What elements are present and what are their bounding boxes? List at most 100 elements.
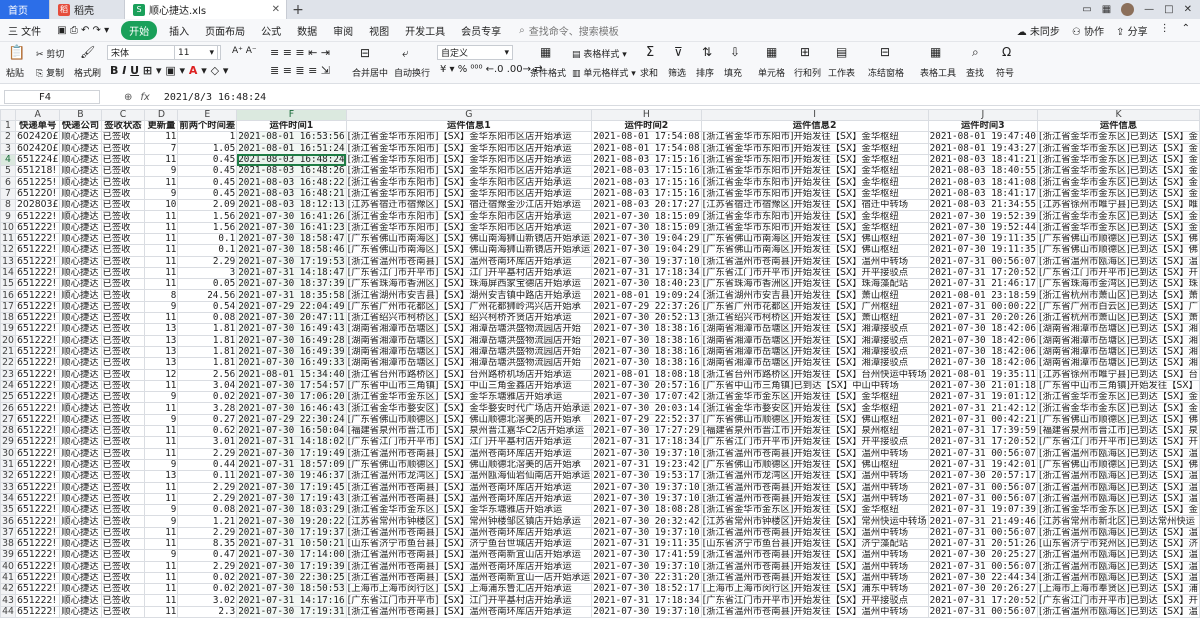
table-cell[interactable]: [浙江省金华市东阳市]开始发往【SX】金华枢纽 — [700, 176, 929, 189]
table-cell[interactable]: [浙江省温州市苍南县]【SX】温州苍南环库店开始承运 — [345, 447, 593, 460]
table-cell[interactable]: 2021-08-03 18:12:13 — [236, 199, 347, 212]
table-cell[interactable]: [湖南省湘潭市岳塘区]已到达【SX】湘 — [1037, 323, 1200, 336]
table-cell[interactable]: [广东省佛山市南海区]开始发往【SX】佛山枢纽 — [700, 232, 929, 246]
table-cell[interactable]: 0.45 — [177, 187, 238, 201]
table-cell[interactable]: 2021-07-31 20:20:26 — [927, 312, 1039, 325]
table-cell[interactable]: [浙江省金华市金东区]已到达【SX】金 — [1037, 142, 1200, 155]
table-cell[interactable]: 2021-08-03 16:48:22 — [236, 176, 347, 189]
table-cell[interactable]: 11 — [144, 526, 179, 539]
table-cell[interactable]: 2021-07-31 00:56:07 — [927, 526, 1039, 539]
table-cell[interactable]: 9 — [144, 413, 179, 427]
table-cell[interactable]: [浙江省金华市婺安区]【SX】金华婺安时代广场店开始承运 — [345, 402, 593, 415]
table-cell[interactable]: [浙江省温州市苍南县]【SX】温州苍南环库店开始承运 — [345, 605, 593, 619]
table-cell[interactable]: [湖南省湘潭市岳塘区]已到达【SX】湘 — [1037, 357, 1200, 370]
table-cell[interactable]: 已签收 — [100, 492, 146, 506]
table-cell[interactable]: [浙江省金华市金东区]已到达【SX】金 — [1037, 165, 1200, 178]
table-cell[interactable]: 2021-07-31 00:00:22 — [927, 300, 1039, 314]
table-cell[interactable]: 2021-07-31 19:23:42 — [591, 458, 702, 472]
table-cell[interactable]: 0.1 — [177, 232, 238, 246]
table-cell[interactable]: 2021-07-30 17:19:43 — [236, 492, 347, 506]
table-cell[interactable]: 1.81 — [177, 345, 238, 359]
table-cell[interactable]: 8 — [144, 289, 179, 302]
table-cell[interactable]: 651222! — [14, 368, 61, 381]
table-cell[interactable]: 顺心捷达 — [59, 221, 102, 234]
table-cell[interactable]: 11 — [144, 221, 179, 234]
row-header[interactable]: 33 — [0, 481, 16, 494]
table-cell[interactable]: 已签收 — [100, 481, 146, 494]
format-painter-button[interactable]: 格式刷 — [74, 66, 101, 79]
table-cell[interactable]: 11 — [144, 583, 179, 596]
table-cell[interactable]: 顺心捷达 — [59, 549, 102, 562]
table-cell[interactable]: 2021-07-30 20:26:27 — [927, 583, 1039, 596]
table-cell[interactable]: 2021-08-03 16:48:21 — [236, 187, 347, 201]
table-cell[interactable]: [广东省中山市三角镇]开始发往【SX】 — [1037, 379, 1200, 393]
table-cell[interactable]: 651222! — [14, 255, 61, 268]
sort-icon[interactable]: ⇅ — [702, 45, 712, 59]
table-cell[interactable]: 顺心捷达 — [59, 594, 102, 607]
table-cell[interactable]: 2021-07-31 21:42:12 — [927, 402, 1039, 415]
table-cell[interactable]: 0.45 — [177, 153, 238, 167]
table-cell[interactable]: [江苏省常州市钟楼区]【SX】常州钟楼邹区镇店开始承运 — [345, 515, 593, 528]
table-cell[interactable]: 已签收 — [100, 537, 146, 551]
table-cell[interactable]: 2021-07-30 22:30:25 — [236, 571, 347, 585]
table-cell[interactable]: [广东省广州市白云区]已到达【SX】广 — [1037, 300, 1200, 314]
table-cell[interactable]: [浙江省金华市东阳市]开始发往【SX】金华枢纽 — [700, 142, 929, 155]
table-cell[interactable]: 2021-07-30 16:49:43 — [236, 323, 347, 336]
table-cell[interactable]: [广东省江门市开平市]已到达【SX】开 — [1037, 266, 1200, 280]
table-cell[interactable]: [山东省济宁市鱼台县]开始发往【SX】济宁藻配站 — [700, 537, 929, 551]
header-cell[interactable]: 更新量 — [144, 119, 179, 133]
table-cell[interactable]: 已签收 — [100, 345, 146, 359]
close-window-icon[interactable]: ✕ — [1184, 4, 1192, 15]
table-cell[interactable]: 2021-07-30 17:19:39 — [236, 560, 347, 573]
table-cell[interactable]: [浙江省温州市苍南县]开始发往【SX】温州中转场 — [700, 481, 929, 494]
table-cell[interactable]: 已签收 — [100, 583, 146, 596]
table-cell[interactable]: [广东省江门市开平市]开始发往【SX】开平接驳点 — [700, 266, 929, 280]
table-cell[interactable]: [浙江省温州市瓯海区]已到达【SX】温 — [1037, 492, 1200, 506]
table-cell[interactable]: 602420£ — [14, 142, 61, 155]
table-cell[interactable]: 12 — [144, 368, 179, 381]
table-cell[interactable]: 2021-07-30 16:49:28 — [236, 334, 347, 347]
table-cell[interactable]: 顺心捷达 — [59, 560, 102, 573]
table-cell[interactable]: 2021-07-30 22:31:20 — [591, 571, 702, 585]
table-cell[interactable]: 2.56 — [177, 368, 238, 381]
close-tab-icon[interactable]: ✕ — [272, 4, 280, 15]
table-cell[interactable]: 9 — [144, 515, 179, 528]
table-cell[interactable]: [浙江省温州市苍南县]开始发往【SX】温州中转场 — [700, 526, 929, 539]
table-cell[interactable]: 11 — [144, 560, 179, 573]
file-menu[interactable]: 三 文件 — [0, 23, 49, 38]
table-cell[interactable]: 2021-07-30 17:19:37 — [236, 526, 347, 539]
table-cell[interactable]: 2.29 — [177, 492, 238, 506]
table-cell[interactable]: 2021-08-01 16:53:56 — [236, 131, 347, 144]
table-cell[interactable]: 2021-08-01 19:09:24 — [591, 289, 702, 302]
table-cell[interactable]: 2021-08-03 17:15:16 — [591, 187, 702, 201]
table-cell[interactable]: 顺心捷达 — [59, 153, 102, 167]
table-cell[interactable]: [湖南省湘潭市岳塘区]开始发往【SX】湘潭接驳点 — [700, 323, 929, 336]
table-cell[interactable]: 顺心捷达 — [59, 504, 102, 517]
table-cell[interactable]: [浙江省温州市苍南县]开始发往【SX】温州中转场 — [700, 560, 929, 573]
table-cell[interactable]: 602420£ — [14, 131, 61, 144]
table-cell[interactable]: 2021-07-30 20:03:14 — [591, 402, 702, 415]
table-cell[interactable]: 651222! — [14, 232, 61, 246]
table-cell[interactable]: 已签收 — [100, 560, 146, 573]
table-cell[interactable]: [浙江省温州市苍南县]开始发往【SX】温州中转场 — [700, 605, 929, 619]
table-cell[interactable]: 已签收 — [100, 142, 146, 155]
table-cell[interactable]: 2021-07-30 18:40:23 — [591, 278, 702, 291]
table-cell[interactable]: 2021-08-03 20:17:27 — [591, 199, 702, 212]
table-cell[interactable]: 2021-08-03 21:34:55 — [927, 199, 1039, 212]
freeze-icon[interactable]: ⊟ — [880, 45, 890, 59]
table-cell[interactable]: 顺心捷达 — [59, 312, 102, 325]
tab-spreadsheet[interactable]: S 顺心捷达.xls ✕ — [125, 0, 287, 19]
find-button[interactable]: 查找 — [966, 66, 984, 79]
table-cell[interactable]: 2021-07-30 18:50:53 — [236, 583, 347, 596]
table-cell[interactable]: 2021-07-30 20:57:16 — [591, 379, 702, 393]
table-cell[interactable]: [广东省佛山市顺德区]已到达【SX】佛 — [1037, 458, 1200, 472]
table-cell[interactable]: 2021-07-29 22:37:26 — [591, 300, 702, 314]
table-cell[interactable]: 651222! — [14, 221, 61, 234]
table-cell[interactable]: 2021-07-30 16:49:39 — [236, 345, 347, 359]
table-cell[interactable]: [浙江省温州市龙湾区]开始发往【SX】温州中转场 — [700, 470, 929, 483]
table-cell[interactable]: 顺心捷达 — [59, 391, 102, 404]
table-cell[interactable]: 1.81 — [177, 357, 238, 370]
table-cell[interactable]: [湖南省湘潭市岳塘区]【SX】湘潭岳塘洪盛物流园店开始 — [345, 323, 593, 336]
table-cell[interactable]: 651222! — [14, 605, 61, 619]
table-cell[interactable]: 已签收 — [100, 571, 146, 585]
